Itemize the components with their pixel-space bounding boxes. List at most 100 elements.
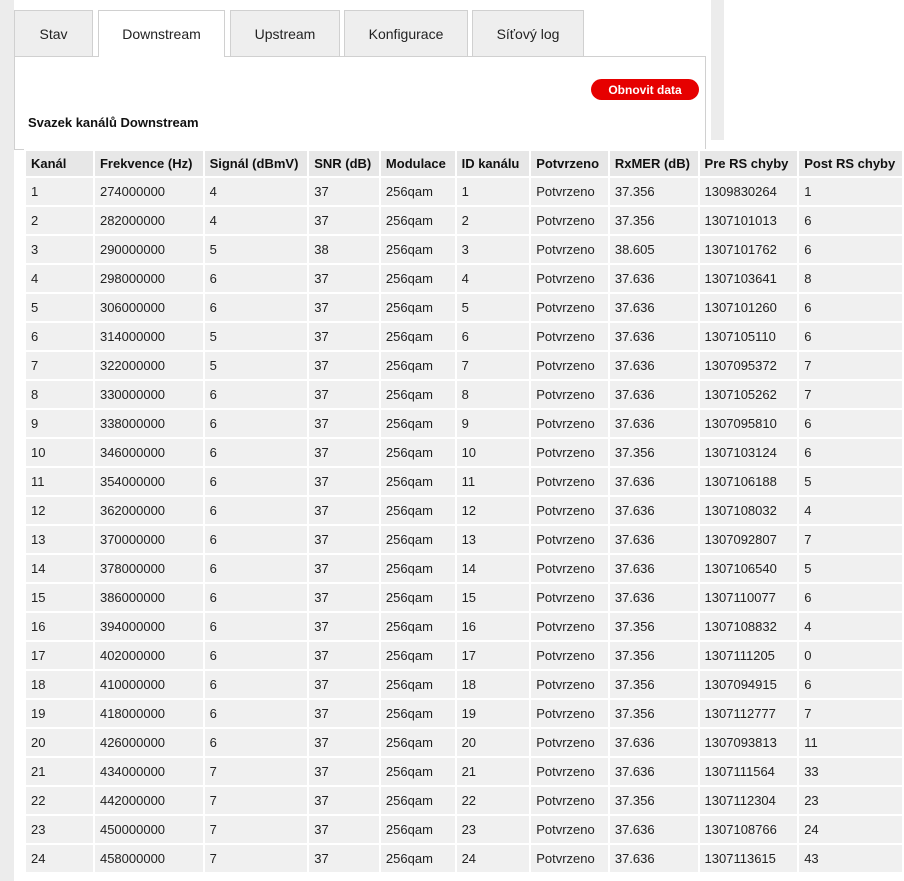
cell-frekvence: 282000000	[94, 207, 203, 234]
cell-rxmer: 37.636	[609, 729, 698, 756]
cell-rxmer: 37.636	[609, 526, 698, 553]
cell-id-kanalu: 20	[456, 729, 530, 756]
cell-kanal: 6	[26, 323, 93, 350]
refresh-data-button[interactable]: Obnovit data	[591, 79, 699, 100]
tab-panel	[14, 56, 706, 150]
cell-pre-rs-chyby: 1307111564	[699, 758, 798, 785]
tab-downstream[interactable]: Downstream	[98, 10, 225, 57]
cell-pre-rs-chyby: 1307101762	[699, 236, 798, 263]
cell-potvrzeno: Potvrzeno	[531, 584, 608, 611]
cell-potvrzeno: Potvrzeno	[531, 468, 608, 495]
cell-rxmer: 37.356	[609, 613, 698, 640]
cell-post-rs-chyby: 6	[799, 671, 902, 698]
cell-id-kanalu: 17	[456, 642, 530, 669]
cell-pre-rs-chyby: 1307108032	[699, 497, 798, 524]
cell-frekvence: 386000000	[94, 584, 203, 611]
cell-signal: 4	[204, 207, 308, 234]
cell-id-kanalu: 15	[456, 584, 530, 611]
table-row: 14 378000000 6 37 256qam 14 Potvrzeno 37.636 130…	[26, 555, 902, 582]
cell-post-rs-chyby: 33	[799, 758, 902, 785]
cell-kanal: 15	[26, 584, 93, 611]
table-row: 24 458000000 7 37 256qam 24 Potvrzeno 37.636 130…	[26, 845, 902, 872]
cell-snr: 37	[309, 439, 379, 466]
cell-modulace: 256qam	[380, 758, 455, 785]
column-header-potvrzeno: Potvrzeno	[531, 151, 608, 176]
table-row: 8 330000000 6 37 256qam 8 Potvrzeno 37.636 13071…	[26, 381, 902, 408]
cell-rxmer: 37.636	[609, 294, 698, 321]
cell-snr: 37	[309, 178, 379, 205]
cell-modulace: 256qam	[380, 787, 455, 814]
cell-modulace: 256qam	[380, 497, 455, 524]
cell-id-kanalu: 10	[456, 439, 530, 466]
cell-snr: 38	[309, 236, 379, 263]
table-row: 2 282000000 4 37 256qam 2 Potvrzeno 37.356 13071…	[26, 207, 902, 234]
cell-kanal: 24	[26, 845, 93, 872]
cell-id-kanalu: 11	[456, 468, 530, 495]
cell-frekvence: 314000000	[94, 323, 203, 350]
cell-modulace: 256qam	[380, 352, 455, 379]
cell-modulace: 256qam	[380, 178, 455, 205]
cell-rxmer: 37.636	[609, 816, 698, 843]
cell-frekvence: 354000000	[94, 468, 203, 495]
table-row: 13 370000000 6 37 256qam 13 Potvrzeno 37.636 130…	[26, 526, 902, 553]
table-row: 21 434000000 7 37 256qam 21 Potvrzeno 37.636 130…	[26, 758, 902, 785]
cell-potvrzeno: Potvrzeno	[531, 439, 608, 466]
cell-id-kanalu: 23	[456, 816, 530, 843]
cell-signal: 6	[204, 381, 308, 408]
cell-post-rs-chyby: 24	[799, 816, 902, 843]
cell-frekvence: 434000000	[94, 758, 203, 785]
cell-post-rs-chyby: 6	[799, 584, 902, 611]
cell-pre-rs-chyby: 1307103124	[699, 439, 798, 466]
cell-post-rs-chyby: 11	[799, 729, 902, 756]
cell-frekvence: 426000000	[94, 729, 203, 756]
cell-post-rs-chyby: 7	[799, 352, 902, 379]
cell-modulace: 256qam	[380, 468, 455, 495]
cell-potvrzeno: Potvrzeno	[531, 207, 608, 234]
cell-rxmer: 37.636	[609, 323, 698, 350]
cell-potvrzeno: Potvrzeno	[531, 265, 608, 292]
cell-id-kanalu: 14	[456, 555, 530, 582]
table-row: 15 386000000 6 37 256qam 15 Potvrzeno 37.636 130…	[26, 584, 902, 611]
cell-modulace: 256qam	[380, 236, 455, 263]
table-row: 4 298000000 6 37 256qam 4 Potvrzeno 37.636 13071…	[26, 265, 902, 292]
cell-frekvence: 346000000	[94, 439, 203, 466]
cell-kanal: 22	[26, 787, 93, 814]
cell-rxmer: 37.636	[609, 758, 698, 785]
table-row: 6 314000000 5 37 256qam 6 Potvrzeno 37.636 13071…	[26, 323, 902, 350]
cell-potvrzeno: Potvrzeno	[531, 526, 608, 553]
column-header-modulace: Modulace	[380, 151, 455, 176]
cell-snr: 37	[309, 845, 379, 872]
cell-post-rs-chyby: 7	[799, 526, 902, 553]
cell-signal: 6	[204, 526, 308, 553]
tab-sitovy-log[interactable]: Síťový log	[472, 10, 584, 56]
cell-kanal: 23	[26, 816, 93, 843]
tab-konfigurace[interactable]: Konfigurace	[344, 10, 468, 56]
tab-upstream[interactable]: Upstream	[230, 10, 340, 56]
tab-stav[interactable]: Stav	[14, 10, 93, 56]
cell-post-rs-chyby: 5	[799, 468, 902, 495]
cell-signal: 6	[204, 439, 308, 466]
cell-potvrzeno: Potvrzeno	[531, 323, 608, 350]
cell-pre-rs-chyby: 1307101013	[699, 207, 798, 234]
cell-post-rs-chyby: 6	[799, 439, 902, 466]
table-row: 10 346000000 6 37 256qam 10 Potvrzeno 37.356 130…	[26, 439, 902, 466]
cell-modulace: 256qam	[380, 671, 455, 698]
cell-modulace: 256qam	[380, 381, 455, 408]
cell-signal: 6	[204, 497, 308, 524]
cell-id-kanalu: 19	[456, 700, 530, 727]
cell-rxmer: 37.636	[609, 265, 698, 292]
cell-snr: 37	[309, 584, 379, 611]
cell-post-rs-chyby: 4	[799, 613, 902, 640]
cell-snr: 37	[309, 468, 379, 495]
cell-modulace: 256qam	[380, 410, 455, 437]
cell-rxmer: 37.356	[609, 178, 698, 205]
cell-kanal: 12	[26, 497, 93, 524]
cell-kanal: 21	[26, 758, 93, 785]
table-row: 19 418000000 6 37 256qam 19 Potvrzeno 37.356 130…	[26, 700, 902, 727]
cell-snr: 37	[309, 410, 379, 437]
cell-kanal: 1	[26, 178, 93, 205]
cell-kanal: 11	[26, 468, 93, 495]
cell-snr: 37	[309, 265, 379, 292]
cell-post-rs-chyby: 1	[799, 178, 902, 205]
column-header-snr: SNR (dB)	[309, 151, 379, 176]
